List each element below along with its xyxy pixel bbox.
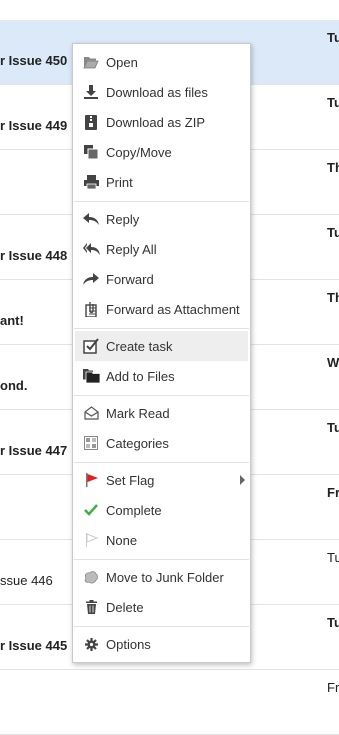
forward-icon <box>76 264 106 294</box>
menu-item-none[interactable]: None <box>75 525 248 555</box>
menu-item-reply[interactable]: Reply <box>75 204 248 234</box>
menu-item-forward[interactable]: Forward <box>75 264 248 294</box>
menu-item-label: Complete <box>106 502 162 518</box>
message-subject: r Issue 448 <box>0 248 68 263</box>
forward-attachment-icon <box>76 294 106 324</box>
menu-separator <box>74 559 249 560</box>
copy-icon <box>76 137 106 167</box>
menu-item-label: None <box>106 532 138 548</box>
menu-item-label: Delete <box>106 599 144 615</box>
message-subject: r Issue 450 <box>0 53 68 68</box>
folder-open-icon <box>76 47 106 77</box>
red-flag-icon <box>76 465 106 495</box>
message-date: Th <box>327 290 339 305</box>
reply-icon <box>76 204 106 234</box>
message-date: Tu <box>327 30 339 45</box>
menu-item-download-zip[interactable]: Download as ZIP <box>75 107 248 137</box>
categories-icon <box>76 428 106 458</box>
menu-separator <box>74 328 249 329</box>
menu-item-open[interactable]: Open <box>75 47 248 77</box>
menu-item-label: Options <box>106 636 151 652</box>
message-subject: r Issue 447 <box>0 443 68 458</box>
message-row[interactable]: Fr <box>0 670 339 735</box>
printer-icon <box>76 167 106 197</box>
menu-item-delete[interactable]: Delete <box>75 592 248 622</box>
message-subject: ssue 446 <box>0 573 53 588</box>
trash-icon <box>76 592 106 622</box>
gear-icon <box>76 629 106 659</box>
menu-item-move-junk[interactable]: Move to Junk Folder <box>75 562 248 592</box>
junk-icon <box>76 562 106 592</box>
menu-item-reply-all[interactable]: Reply All <box>75 234 248 264</box>
menu-item-categories[interactable]: Categories <box>75 428 248 458</box>
message-date: Fr <box>327 485 339 500</box>
menu-item-label: Categories <box>106 435 169 451</box>
message-subject: r Issue 445 <box>0 638 68 653</box>
message-date: Fr <box>327 680 339 695</box>
menu-item-label: Download as ZIP <box>106 114 205 130</box>
menu-item-label: Set Flag <box>106 472 155 488</box>
message-date: Tu <box>327 615 339 630</box>
context-menu: Open Download as files Download as ZIP C… <box>72 43 251 663</box>
message-date: W <box>327 355 339 370</box>
menu-separator <box>74 626 249 627</box>
menu-item-create-task[interactable]: Create task <box>75 331 248 361</box>
menu-separator <box>74 201 249 202</box>
menu-item-add-to-files[interactable]: Add to Files <box>75 361 248 391</box>
menu-item-complete[interactable]: Complete <box>75 495 248 525</box>
menu-item-copy-move[interactable]: Copy/Move <box>75 137 248 167</box>
menu-item-label: Reply All <box>106 241 157 257</box>
menu-item-set-flag[interactable]: Set Flag <box>75 465 248 495</box>
menu-item-label: Download as files <box>106 84 208 100</box>
message-date: Tu <box>327 420 339 435</box>
reply-all-icon <box>76 234 106 264</box>
message-subject: ant! <box>0 313 24 328</box>
task-checkbox-icon <box>76 331 106 361</box>
checkmark-icon <box>76 495 106 525</box>
message-date: Tu <box>327 225 339 240</box>
menu-item-label: Create task <box>106 338 173 354</box>
menu-item-mark-read[interactable]: Mark Read <box>75 398 248 428</box>
menu-item-label: Print <box>106 174 133 190</box>
menu-item-label: Forward <box>106 271 154 287</box>
folders-icon <box>76 361 106 391</box>
menu-item-download-files[interactable]: Download as files <box>75 77 248 107</box>
download-icon <box>76 77 106 107</box>
menu-item-label: Forward as Attachment <box>106 301 240 317</box>
message-subject: r Issue 449 <box>0 118 68 133</box>
empty-flag-icon <box>76 525 106 555</box>
menu-item-forward-attachment[interactable]: Forward as Attachment <box>75 294 248 324</box>
menu-item-print[interactable]: Print <box>75 167 248 197</box>
envelope-open-icon <box>76 398 106 428</box>
menu-item-label: Add to Files <box>106 368 175 384</box>
menu-separator <box>74 462 249 463</box>
menu-item-label: Mark Read <box>106 405 170 421</box>
menu-item-label: Move to Junk Folder <box>106 569 224 585</box>
message-date: Th <box>327 160 339 175</box>
menu-item-label: Reply <box>106 211 140 227</box>
menu-item-label: Copy/Move <box>106 144 172 160</box>
message-date: Tu <box>327 95 339 110</box>
menu-item-label: Open <box>106 54 138 70</box>
menu-item-options[interactable]: Options <box>75 629 248 659</box>
message-date: Tu <box>327 550 339 565</box>
zip-file-icon <box>76 107 106 137</box>
submenu-arrow-icon <box>240 475 245 485</box>
message-subject: ond. <box>0 378 28 393</box>
menu-separator <box>74 395 249 396</box>
